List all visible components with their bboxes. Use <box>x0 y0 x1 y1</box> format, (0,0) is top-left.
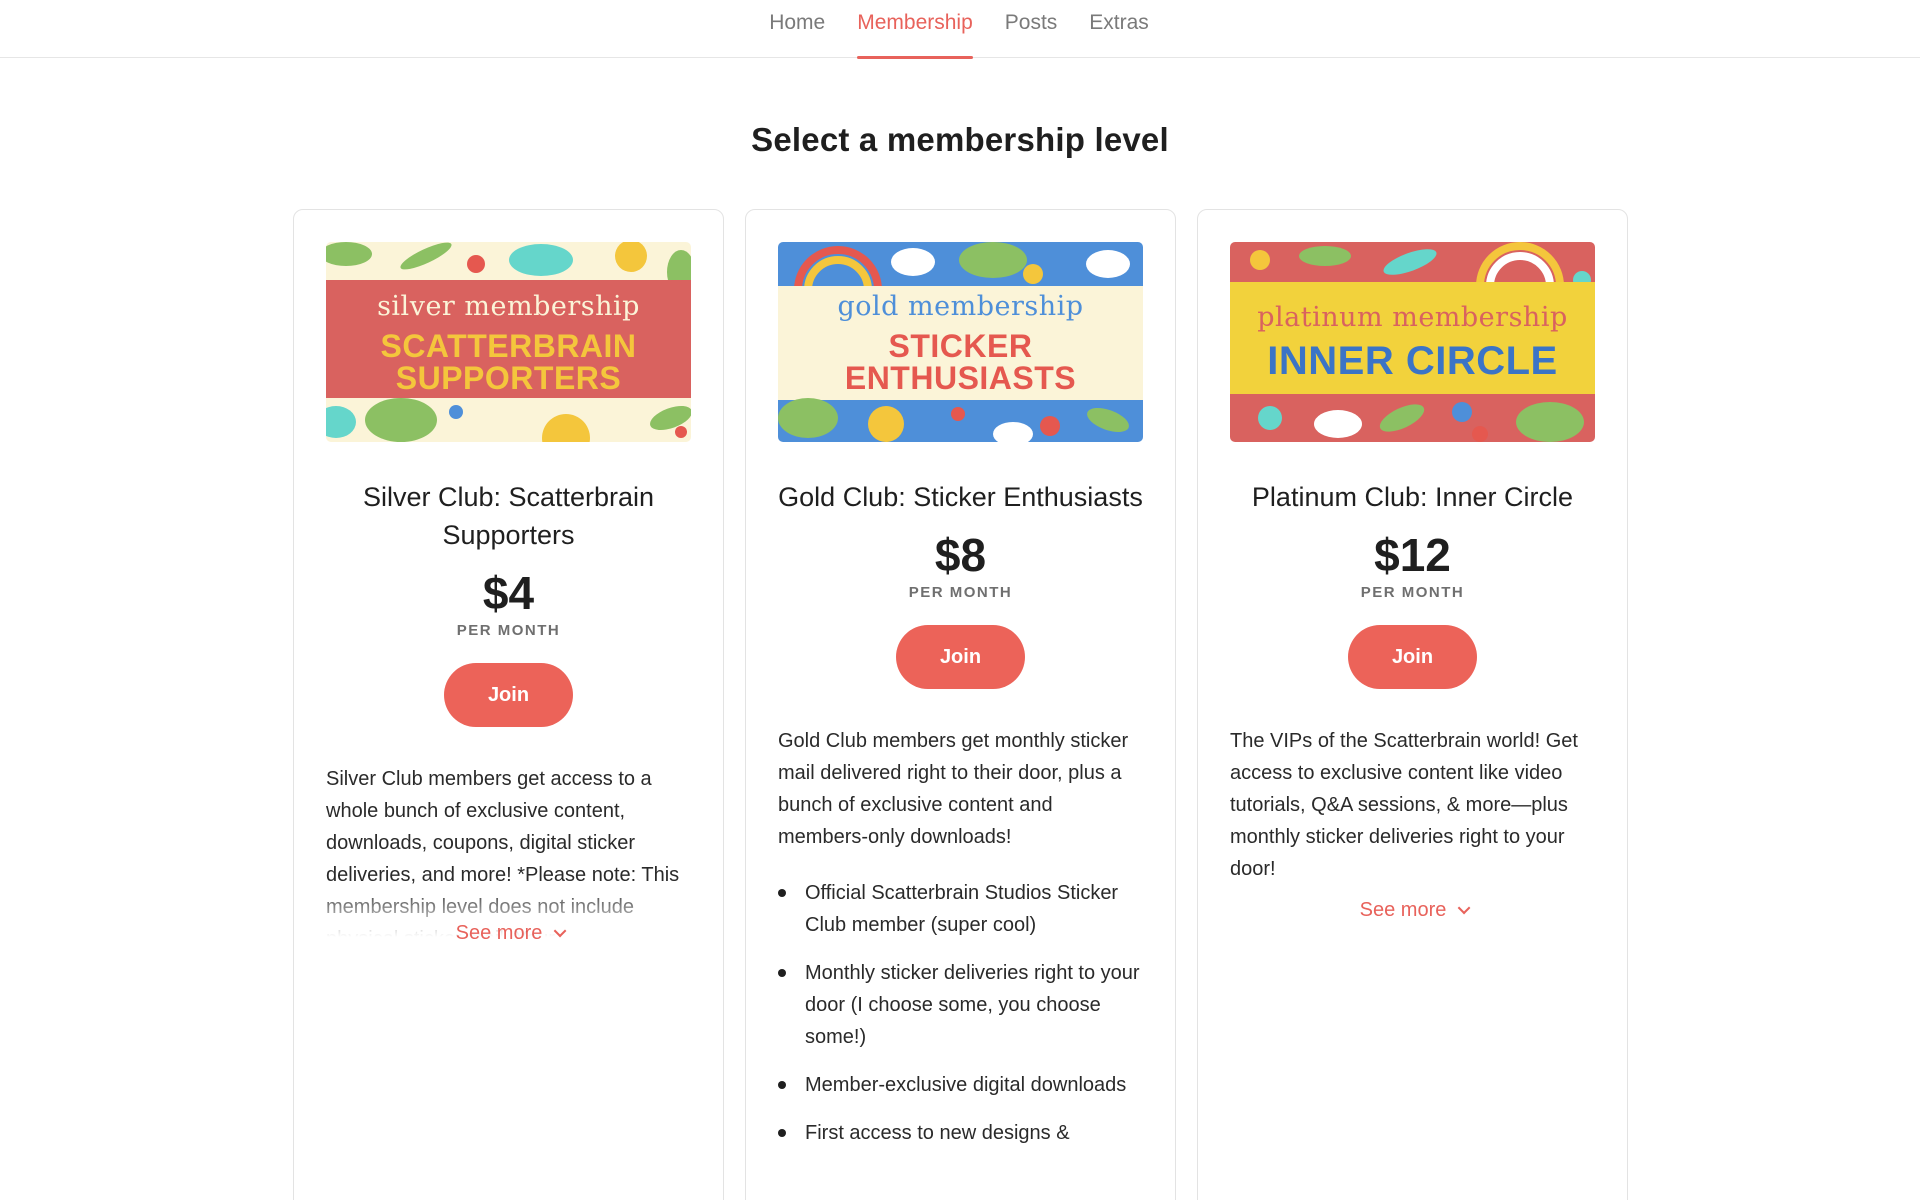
benefit-item: Official Scatterbrain Studios Sticker Cl… <box>778 877 1143 941</box>
tier-title: Platinum Club: Inner Circle <box>1251 482 1574 512</box>
tier-card-gold: gold membership STICKER ENTHUSIASTS Gold… <box>745 209 1176 1200</box>
tier-banner-gold: gold membership STICKER ENTHUSIASTS <box>778 242 1143 442</box>
banner-line-title: ENTHUSIASTS <box>844 359 1077 396</box>
tier-title: Silver Club: Scatterbrain Supporters <box>362 482 655 550</box>
see-more-button[interactable]: See more <box>1230 899 1595 922</box>
tab-membership[interactable]: Membership <box>857 0 973 59</box>
banner-line-title: STICKER <box>888 327 1033 364</box>
banner-text: gold membership STICKER ENTHUSIASTS <box>778 242 1143 442</box>
tier-description: The VIPs of the Scatterbrain world! Get … <box>1230 730 1578 880</box>
banner-text: platinum membership INNER CIRCLE <box>1230 242 1595 442</box>
banner-line-title: INNER CIRCLE <box>1267 338 1558 383</box>
tab-home[interactable]: Home <box>769 0 825 58</box>
banner-line-script: silver membership <box>377 290 640 322</box>
tier-card-silver: silver membership SCATTERBRAIN SUPPORTER… <box>293 209 724 1200</box>
join-button-silver[interactable]: Join <box>444 663 573 727</box>
banner-line-title: SUPPORTERS <box>395 359 622 396</box>
tier-banner-platinum: platinum membership INNER CIRCLE <box>1230 242 1595 442</box>
benefits-list: Official Scatterbrain Studios Sticker Cl… <box>778 877 1143 1149</box>
tier-price: $12 <box>1374 529 1451 581</box>
tier-banner-silver: silver membership SCATTERBRAIN SUPPORTER… <box>326 242 691 442</box>
tier-description: Silver Club members get access to a whol… <box>326 768 680 937</box>
chevron-down-icon <box>1458 901 1471 915</box>
join-button-platinum[interactable]: Join <box>1348 625 1477 689</box>
tier-price: $4 <box>482 567 535 619</box>
tier-price: $8 <box>934 529 987 581</box>
page-title: Select a membership level <box>751 121 1169 158</box>
nav-tabs: Home Membership Posts Extras <box>769 0 1149 59</box>
tier-title: Gold Club: Sticker Enthusiasts <box>778 482 1143 512</box>
see-more-label: See more <box>1359 899 1447 921</box>
price-period: PER MONTH <box>456 622 561 639</box>
tab-extras[interactable]: Extras <box>1089 0 1149 58</box>
banner-line-script: platinum membership <box>1257 301 1568 333</box>
benefit-item: Member-exclusive digital downloads <box>778 1069 1143 1101</box>
banner-line-script: gold membership <box>837 290 1084 322</box>
tab-posts[interactable]: Posts <box>1005 0 1058 58</box>
banner-line-title: SCATTERBRAIN <box>380 327 637 364</box>
top-navigation: Home Membership Posts Extras <box>0 0 1920 59</box>
tier-description: Gold Club members get monthly sticker ma… <box>778 730 1129 848</box>
price-period: PER MONTH <box>908 584 1013 601</box>
tier-card-platinum: platinum membership INNER CIRCLE Platinu… <box>1197 209 1628 1200</box>
price-period: PER MONTH <box>1360 584 1465 601</box>
benefit-item: First access to new designs & <box>778 1117 1143 1149</box>
join-button-gold[interactable]: Join <box>896 625 1025 689</box>
banner-text: silver membership SCATTERBRAIN SUPPORTER… <box>326 242 691 442</box>
benefit-item: Monthly sticker deliveries right to your… <box>778 957 1143 1053</box>
